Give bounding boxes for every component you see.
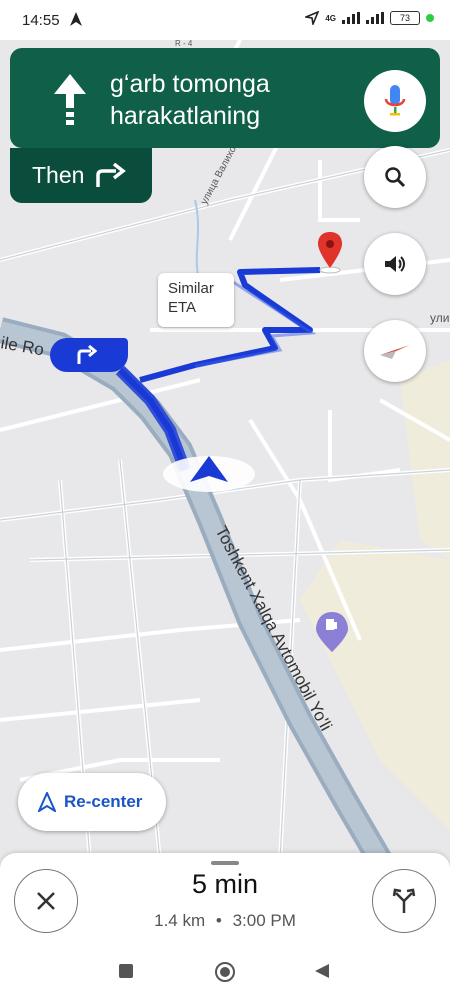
recenter-button[interactable]: Re-center [18, 773, 166, 831]
android-nav-bar [0, 945, 450, 1000]
eta-line2: ETA [168, 299, 197, 316]
location-arrow-icon [70, 12, 82, 26]
compass-icon [380, 345, 410, 359]
compass-button[interactable] [364, 320, 426, 382]
turn-marker [50, 338, 128, 372]
sound-button[interactable] [364, 233, 426, 295]
turn-right-icon [96, 162, 127, 187]
alternate-routes-button[interactable] [372, 869, 436, 933]
network-label: 4G [325, 13, 336, 23]
navigation-instruction: g‘arb tomonga harakatlaning [110, 70, 270, 130]
status-bar: 14:55 4G 73 [0, 0, 450, 40]
search-icon [385, 167, 406, 188]
street-label-right: ули [430, 311, 449, 325]
trip-arrival: 3:00 PM [232, 911, 296, 930]
trip-separator: • [215, 911, 222, 930]
search-button[interactable] [364, 146, 426, 208]
voice-search-button[interactable] [364, 70, 426, 132]
turn-right-icon [77, 345, 98, 364]
mic-icon [384, 85, 406, 116]
sheet-handle[interactable] [211, 861, 239, 865]
eta-bubble[interactable]: Similar ETA [158, 273, 234, 327]
battery-indicator: 73 [390, 11, 420, 25]
status-icons: 4G 73 [305, 11, 434, 25]
road-label-top: R - 4 [175, 40, 193, 48]
up-arrow-icon [54, 74, 86, 125]
back-icon[interactable] [314, 963, 330, 979]
destination-pin-icon[interactable] [318, 232, 342, 274]
volume-icon [385, 256, 405, 272]
navigation-banner[interactable]: g‘arb tomonga harakatlaning [10, 48, 440, 148]
navigation-chevron-icon [163, 456, 255, 492]
trip-distance: 1.4 km [154, 911, 206, 930]
signal-icon [342, 12, 360, 24]
then-label: Then [32, 162, 85, 188]
status-time: 14:55 [22, 12, 60, 29]
navigation-arrow-icon [38, 792, 56, 812]
trip-bottom-sheet[interactable]: 5 min 1.4 km • 3:00 PM [0, 853, 450, 945]
signal-2-icon [366, 12, 384, 24]
alt-routes-icon [392, 888, 416, 913]
gps-icon [305, 11, 320, 25]
then-banner[interactable]: Then [10, 148, 152, 203]
square-icon[interactable] [118, 963, 134, 979]
eta-line1: Similar [168, 280, 214, 297]
circle-icon[interactable] [214, 961, 236, 983]
recording-dot [426, 14, 434, 22]
recenter-label: Re-center [64, 792, 143, 811]
